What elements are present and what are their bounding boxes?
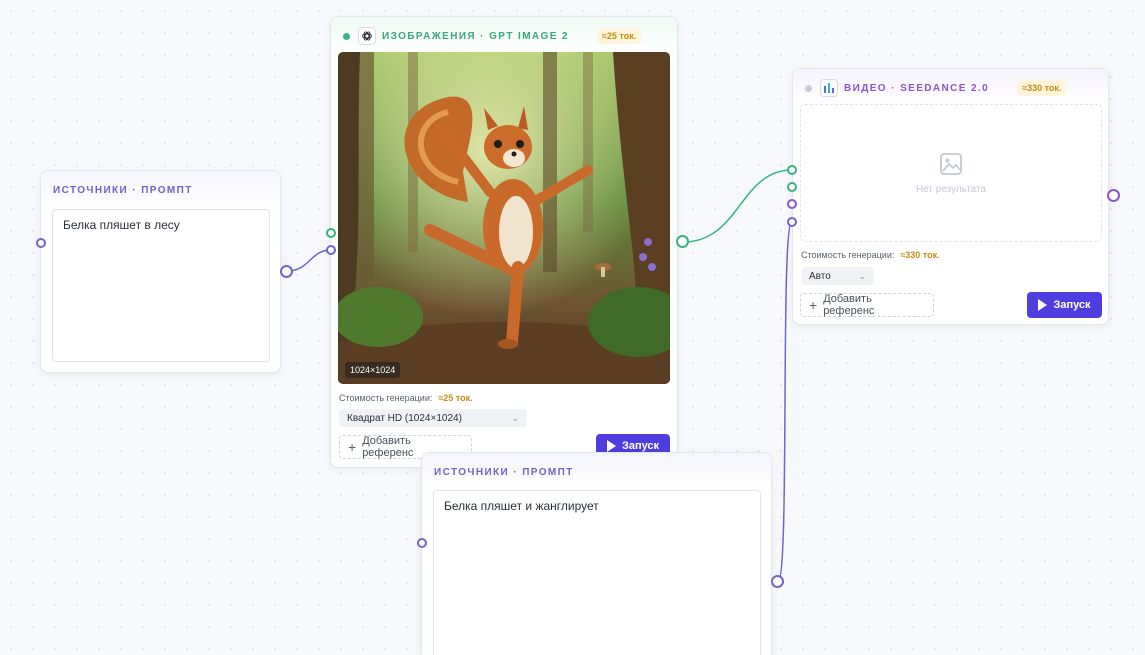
video-cost-line: Стоимость генерации: ≈330 ток. — [801, 250, 940, 260]
wire-image-to-video — [682, 169, 793, 243]
bar-chart-logo-icon — [820, 79, 838, 97]
prompt-node-2-header: ИСТОЧНИКИ · ПРОМПТ — [422, 453, 771, 491]
prompt-node-1[interactable]: ИСТОЧНИКИ · ПРОМПТ Белка пляшет в лесу — [40, 170, 281, 373]
video-node[interactable]: ВИДЕО · SEEDANCE 2.0 ≈330 ток. Нет резул… — [792, 68, 1109, 325]
chevron-down-icon: ⌄ — [858, 270, 866, 281]
video-add-reference-button[interactable]: + Добавить референс — [800, 293, 934, 317]
video-run-button[interactable]: Запуск — [1027, 292, 1102, 318]
plus-icon: + — [348, 439, 357, 455]
video-run-label: Запуск — [1053, 299, 1091, 311]
image-node[interactable]: ИЗОБРАЖЕНИЯ · GPT IMAGE 2 ≈25 ток. 1024×… — [330, 16, 678, 468]
video-add-reference-label: Добавить референс — [823, 293, 875, 317]
image-input-port-2[interactable] — [326, 245, 336, 255]
prompt-2-output-port[interactable] — [771, 575, 784, 588]
prompt-1-input-port[interactable] — [36, 238, 46, 248]
video-mode-select[interactable]: Авто ⌄ — [801, 267, 874, 285]
image-cost-line: Стоимость генерации: ≈25 ток. — [339, 393, 473, 403]
video-empty-text: Нет результата — [915, 183, 987, 195]
video-input-port-3[interactable] — [787, 199, 797, 209]
image-cost-value: ≈25 ток. — [438, 393, 473, 403]
image-dimensions-label: 1024×1024 — [345, 362, 401, 378]
image-input-port-1[interactable] — [326, 228, 336, 238]
prompt-node-1-header: ИСТОЧНИКИ · ПРОМПТ — [41, 171, 280, 209]
video-node-title: ВИДЕО · SEEDANCE 2.0 — [844, 82, 990, 94]
prompt-node-2-title: ИСТОЧНИКИ · ПРОМПТ — [434, 466, 574, 478]
image-status-dot — [343, 32, 350, 40]
squirrel-forest-image — [338, 52, 670, 384]
openai-logo-icon — [358, 27, 376, 45]
video-input-port-2[interactable] — [787, 182, 797, 192]
video-cost-value: ≈330 ток. — [900, 250, 940, 260]
prompt-1-output-port[interactable] — [280, 265, 293, 278]
image-node-header: ИЗОБРАЖЕНИЯ · GPT IMAGE 2 ≈25 ток. — [331, 17, 677, 55]
chevron-down-icon: ⌄ — [511, 412, 519, 423]
image-size-select-value: Квадрат HD (1024×1024) — [347, 412, 462, 424]
image-output-port[interactable] — [676, 235, 689, 248]
image-placeholder-icon — [940, 152, 962, 175]
video-output-port[interactable] — [1107, 189, 1120, 202]
plus-icon: + — [809, 297, 818, 313]
video-cost-label: Стоимость генерации: — [801, 250, 895, 260]
video-mode-select-value: Авто — [809, 270, 831, 282]
video-result-placeholder: Нет результата — [800, 104, 1102, 242]
video-input-port-1[interactable] — [787, 165, 797, 175]
generated-image[interactable]: 1024×1024 — [338, 52, 670, 384]
video-input-port-4[interactable] — [787, 217, 797, 227]
video-status-dot — [805, 84, 812, 92]
workflow-canvas[interactable]: ИСТОЧНИКИ · ПРОМПТ Белка пляшет в лесу И… — [0, 0, 1145, 655]
prompt-1-textarea[interactable]: Белка пляшет в лесу — [52, 209, 270, 362]
prompt-2-input-port[interactable] — [417, 538, 427, 548]
prompt-node-1-title: ИСТОЧНИКИ · ПРОМПТ — [53, 184, 193, 196]
play-icon — [606, 440, 616, 452]
video-cost-badge: ≈330 ток. — [1017, 80, 1067, 96]
video-node-header: ВИДЕО · SEEDANCE 2.0 ≈330 ток. — [793, 69, 1108, 107]
play-icon — [1038, 299, 1048, 311]
image-run-label: Запуск — [621, 440, 660, 452]
prompt-2-textarea[interactable]: Белка пляшет и жанглирует — [433, 490, 761, 655]
wire-prompt-to-image — [286, 249, 332, 272]
image-cost-badge: ≈25 ток. — [596, 28, 642, 44]
image-size-select[interactable]: Квадрат HD (1024×1024) ⌄ — [339, 409, 527, 427]
image-node-title: ИЗОБРАЖЕНИЯ · GPT IMAGE 2 — [382, 30, 569, 42]
prompt-node-2[interactable]: ИСТОЧНИКИ · ПРОМПТ Белка пляшет и жангли… — [421, 452, 772, 655]
image-cost-label: Стоимость генерации: — [339, 393, 433, 403]
wire-prompt2-to-video — [777, 221, 793, 582]
